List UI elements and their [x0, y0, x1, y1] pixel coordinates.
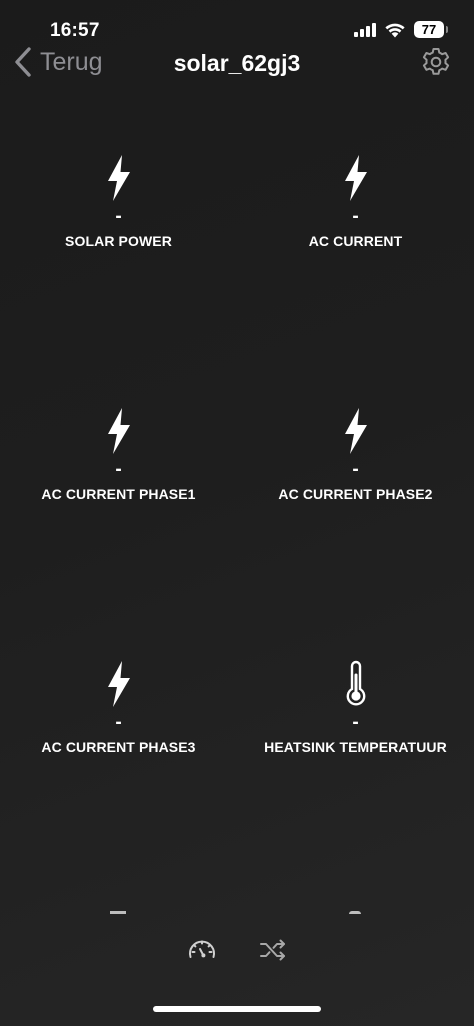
- partial-tile-icon: [349, 911, 361, 914]
- tile-solar-power[interactable]: - SOLAR POWER: [0, 153, 237, 249]
- tile-value: -: [352, 459, 359, 480]
- tile-value: -: [115, 206, 122, 227]
- lightning-icon: [107, 661, 130, 707]
- tile-label: AC CURRENT PHASE2: [278, 486, 433, 502]
- tile-label: SOLAR POWER: [65, 233, 172, 249]
- battery-icon: 77: [414, 21, 448, 38]
- lightning-icon: [344, 408, 367, 454]
- tile-label: AC CURRENT PHASE3: [41, 739, 196, 755]
- lightning-icon: [107, 408, 130, 454]
- page-title: solar_62gj3: [173, 50, 301, 76]
- tile-ac-current[interactable]: - AC CURRENT: [237, 153, 474, 249]
- lightning-icon: [107, 155, 130, 201]
- nav-bar: Terug solar_62gj3: [0, 40, 474, 86]
- tile-label: AC CURRENT: [308, 233, 403, 249]
- screen: 16:57 77 Terug solar_62gj3 - SOLAR POWER…: [0, 0, 474, 1026]
- tile-label: HEATSINK TEMPERATUUR: [264, 739, 447, 755]
- tile-value: -: [352, 206, 359, 227]
- status-icons: 77: [354, 21, 448, 38]
- status-time: 16:57: [50, 20, 100, 41]
- tile-value: -: [115, 712, 122, 733]
- tile-heatsink-temperatuur[interactable]: - HEATSINK TEMPERATUUR: [237, 659, 474, 755]
- partial-tile-icon: [110, 911, 126, 914]
- tab-bar: [0, 928, 474, 972]
- tile-value: -: [352, 712, 359, 733]
- home-indicator[interactable]: [153, 1006, 321, 1012]
- wifi-icon: [385, 23, 405, 37]
- tile-label: AC CURRENT PHASE1: [41, 486, 196, 502]
- signal-icon: [354, 22, 376, 37]
- tile-value: -: [115, 459, 122, 480]
- lightning-icon: [344, 155, 367, 201]
- thermometer-icon: [346, 660, 365, 706]
- speedometer-icon[interactable]: [186, 934, 218, 966]
- shuffle-icon[interactable]: [257, 934, 289, 966]
- tile-ac-current-phase3[interactable]: - AC CURRENT PHASE3: [0, 659, 237, 755]
- gear-icon[interactable]: [420, 46, 452, 78]
- tile-ac-current-phase2[interactable]: - AC CURRENT PHASE2: [237, 406, 474, 502]
- tile-ac-current-phase1[interactable]: - AC CURRENT PHASE1: [0, 406, 237, 502]
